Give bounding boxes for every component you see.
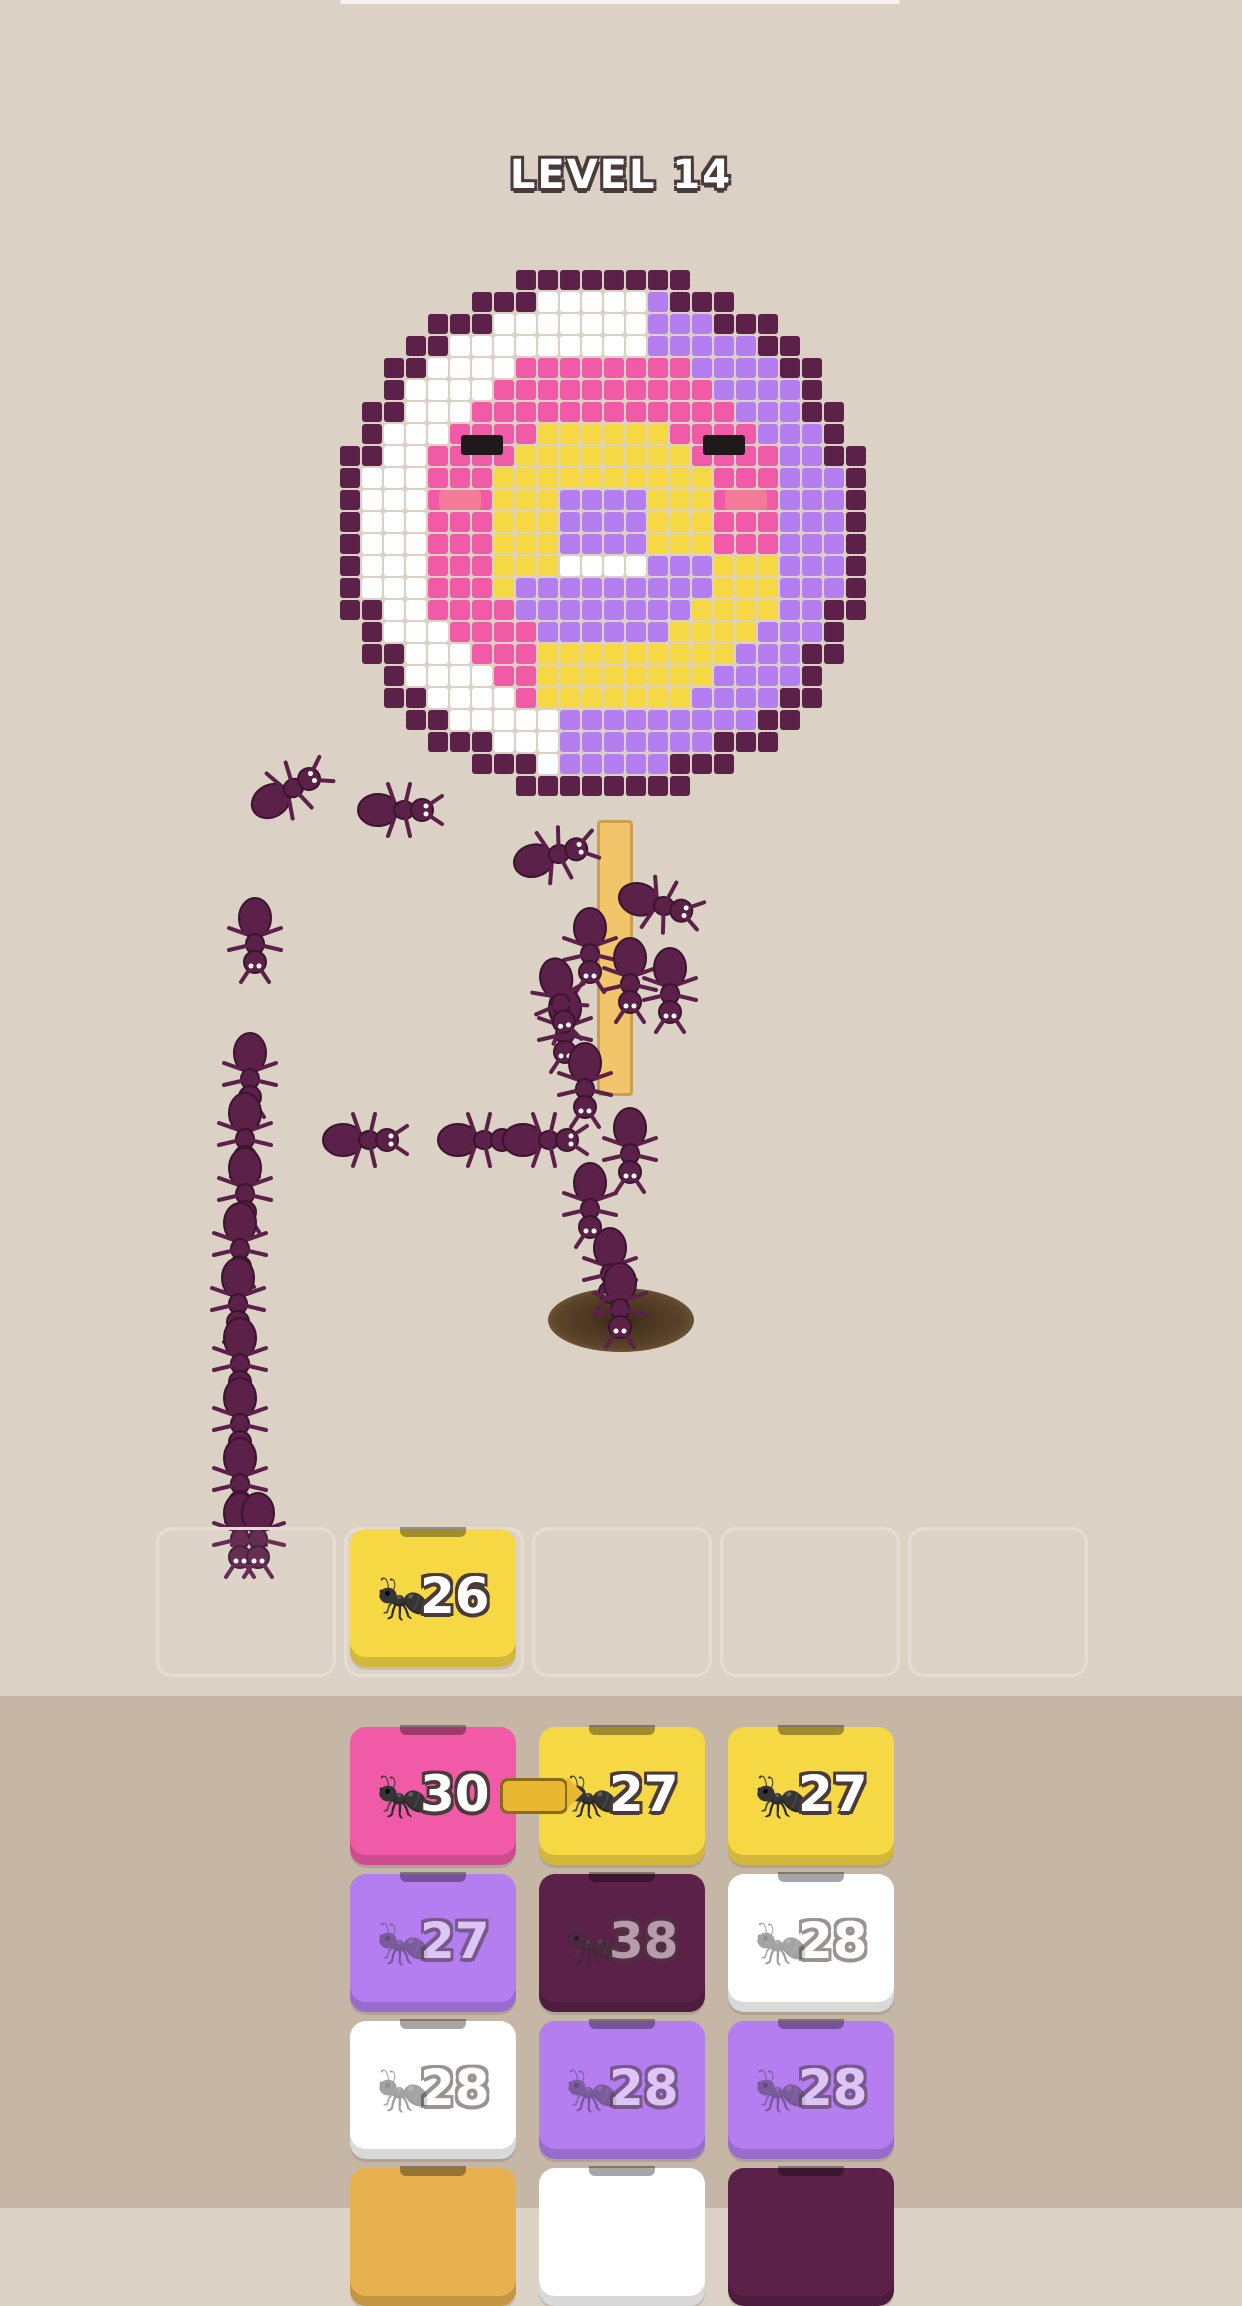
slot-tile[interactable]: 🐜 26	[350, 1527, 516, 1667]
source-tile[interactable]	[539, 2166, 705, 2306]
tile-clip	[589, 1872, 655, 1882]
tile-count: 28	[420, 2059, 490, 2117]
tile-count: 27	[798, 1765, 868, 1823]
tile-clip	[400, 2019, 466, 2029]
source-tile[interactable]: 🐜 27	[350, 1872, 516, 2012]
holding-slot[interactable]	[156, 1527, 336, 1677]
ant-icon	[322, 1112, 409, 1168]
holding-slot[interactable]	[908, 1527, 1088, 1677]
tile-clip	[589, 2166, 655, 2176]
tile-count: 28	[609, 2059, 679, 2117]
ant-icon	[227, 897, 283, 984]
tile-clip	[778, 2019, 844, 2029]
tile-clip	[589, 1725, 655, 1735]
source-tile[interactable]: 🐜 28	[728, 2019, 894, 2159]
holding-slot[interactable]	[720, 1527, 900, 1677]
tile-count: 27	[609, 1765, 679, 1823]
source-tile[interactable]	[728, 2166, 894, 2306]
ant-icon	[617, 874, 707, 935]
source-tile[interactable]: 🐜 27	[728, 1725, 894, 1865]
tile-count: 30	[420, 1765, 490, 1823]
tile-clip	[400, 1872, 466, 1882]
ant-icon	[602, 1107, 658, 1194]
tile-clip	[778, 2166, 844, 2176]
ant-swarm	[210, 754, 707, 1579]
tile-count: 26	[420, 1567, 490, 1625]
source-tile[interactable]: 🐜 28	[350, 2019, 516, 2159]
source-tile[interactable]	[350, 2166, 516, 2306]
tile-clip	[400, 1527, 466, 1537]
ant-icon	[512, 825, 602, 886]
tile-clip	[400, 1725, 466, 1735]
tile-clip	[778, 1872, 844, 1882]
link-connector-icon	[500, 1777, 583, 1814]
source-tile[interactable]: 🐜 30	[350, 1725, 516, 1865]
holding-slot[interactable]	[532, 1527, 712, 1677]
tile-count: 28	[798, 2059, 868, 2117]
tile-clip	[400, 2166, 466, 2176]
source-tile[interactable]: 🐜 38	[539, 1872, 705, 2012]
tile-count: 38	[609, 1912, 679, 1970]
tile-count: 27	[420, 1912, 490, 1970]
source-tile[interactable]: 🐜 28	[539, 2019, 705, 2159]
tile-clip	[589, 2019, 655, 2029]
source-tile[interactable]: 🐜 28	[728, 1872, 894, 2012]
ant-icon	[250, 754, 336, 821]
ant-icon	[357, 782, 444, 838]
tile-clip	[778, 1725, 844, 1735]
tile-count: 28	[798, 1912, 868, 1970]
